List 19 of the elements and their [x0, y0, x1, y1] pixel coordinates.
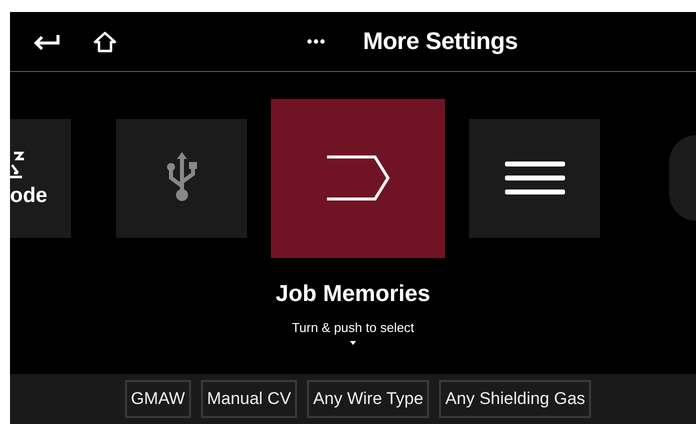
- caret-icon: [350, 341, 356, 345]
- more-icon[interactable]: [307, 39, 325, 44]
- menu-tile[interactable]: [116, 118, 247, 238]
- status-chip: Manual CV: [200, 380, 298, 418]
- menu-tile[interactable]: [469, 118, 600, 238]
- hint-text: Turn & push to select: [292, 320, 414, 335]
- menu-tile[interactable]: [271, 98, 445, 258]
- status-chip: Any Wire Type: [307, 380, 430, 418]
- selected-item-title: Job Memories: [276, 280, 430, 307]
- menu-icon: [504, 161, 564, 195]
- home-icon[interactable]: [93, 30, 117, 52]
- status-chip: Any Shielding Gas: [439, 380, 592, 418]
- back-icon[interactable]: [32, 32, 60, 50]
- job-memory-icon: [325, 155, 391, 201]
- screen-title: More Settings: [363, 28, 518, 56]
- tile-label: ode: [10, 184, 48, 206]
- usb-icon: [164, 152, 198, 204]
- menu-tile[interactable]: ode: [10, 118, 71, 238]
- status-chip: GMAW: [124, 380, 191, 418]
